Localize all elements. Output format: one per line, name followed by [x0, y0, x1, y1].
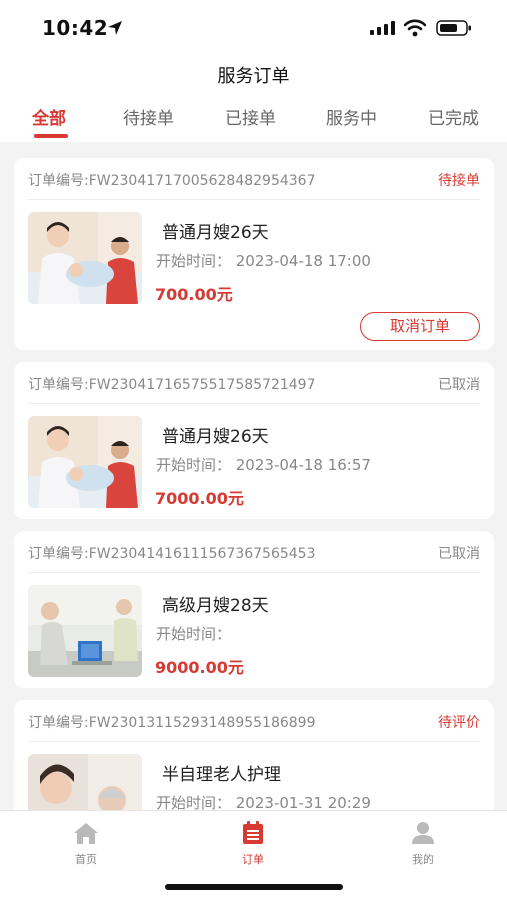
- tab-accepted[interactable]: 已接单: [225, 104, 276, 129]
- service-price: 700.00元: [155, 285, 233, 304]
- service-image-nanny: [28, 416, 142, 508]
- order-number: 订单编号:FW2304141611156736756545​3: [28, 546, 316, 562]
- order-status-badge: 已取消: [438, 546, 480, 562]
- order-status-badge: 已取消: [438, 377, 480, 393]
- profile-icon: [412, 822, 434, 844]
- tab-completed[interactable]: 已完成: [428, 104, 479, 129]
- card-divider: [28, 403, 480, 404]
- home-indicator: [165, 884, 343, 890]
- card-divider: [28, 572, 480, 573]
- order-status-badge: 待评价: [438, 715, 480, 731]
- nav-label-profile: 我的: [412, 853, 434, 866]
- card-divider: [28, 199, 480, 200]
- service-start-time: 开始时间： 2023-04-18 16:57: [156, 456, 371, 474]
- order-number: 订单编号:FW2304171657551758572149​7: [28, 377, 316, 393]
- battery-icon: [436, 20, 471, 36]
- nav-item-orders[interactable]: 订单: [213, 821, 293, 867]
- status-time: 10:42: [42, 16, 109, 40]
- cellular-signal-icon: [370, 21, 395, 35]
- tab-all[interactable]: 全部: [32, 104, 66, 129]
- order-number: 订单编号:FW2301311529314895518689​9: [28, 715, 316, 731]
- order-card[interactable]: 订单编号:FW2304141611156736756545​3 已取消 高级月嫂…: [14, 531, 494, 688]
- active-tab-indicator: [34, 134, 68, 138]
- service-name: 半自理老人护理: [162, 765, 281, 785]
- nav-label-orders: 订单: [242, 853, 264, 866]
- tab-pending-accept[interactable]: 待接单: [123, 104, 174, 129]
- service-image-elderly-care: [28, 585, 142, 677]
- location-arrow-icon: [108, 21, 122, 35]
- order-number: 订单编号:FW2304171700562848295436​7: [28, 173, 316, 189]
- nav-label-home: 首页: [75, 853, 97, 866]
- service-name: 普通月嫂26天: [162, 223, 269, 243]
- order-status-badge: 待接单: [438, 173, 480, 189]
- nav-item-profile[interactable]: 我的: [383, 821, 463, 867]
- order-card[interactable]: 订单编号:FW2304171700562848295436​7 待接单 普通月嫂…: [14, 158, 494, 350]
- home-icon: [74, 823, 98, 844]
- order-card[interactable]: 订单编号:FW2304171657551758572149​7 已取消 普通月嫂…: [14, 362, 494, 519]
- service-start-time: 开始时间： 2023-04-18 17:00: [156, 252, 371, 270]
- nav-item-home[interactable]: 首页: [46, 821, 126, 867]
- service-name: 高级月嫂28天: [162, 596, 269, 616]
- service-name: 普通月嫂26天: [162, 427, 269, 447]
- service-price: 7000.00元: [155, 489, 244, 508]
- service-start-time: 开始时间：: [156, 625, 232, 643]
- service-image-nanny: [28, 212, 142, 304]
- card-divider: [28, 741, 480, 742]
- order-status-tabs: 全部 待接单 已接单 服务中 已完成: [0, 104, 507, 142]
- page-title: 服务订单: [217, 66, 290, 87]
- tab-in-service[interactable]: 服务中: [326, 104, 377, 129]
- status-bar: 10:42: [0, 0, 507, 56]
- order-list-icon: [243, 821, 263, 844]
- service-price: 9000.00元: [155, 658, 244, 677]
- cancel-order-button[interactable]: 取消订单: [360, 312, 480, 341]
- wifi-icon: [404, 19, 426, 37]
